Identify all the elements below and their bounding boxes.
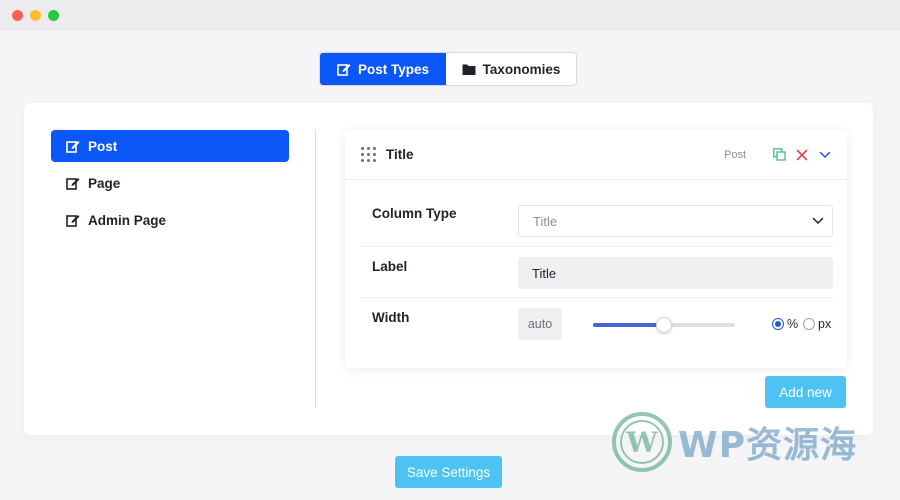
- vertical-divider: [315, 130, 316, 408]
- maximize-window-button[interactable]: [48, 10, 59, 21]
- tab-bar: Post Types Taxonomies: [319, 52, 577, 86]
- width-input-value: auto: [527, 317, 553, 331]
- folder-icon: [462, 64, 476, 75]
- sidebar-item-post[interactable]: Post: [51, 130, 289, 162]
- add-new-button[interactable]: Add new: [765, 376, 846, 408]
- watermark-text: WP资源海: [678, 425, 858, 466]
- svg-text:W: W: [625, 426, 658, 459]
- width-slider-fill: [593, 323, 664, 327]
- chevron-down-icon: [819, 151, 831, 158]
- collapse-column-button[interactable]: [817, 147, 833, 163]
- duplicate-icon: [772, 148, 786, 161]
- unit-percent-radio[interactable]: [772, 318, 784, 330]
- close-window-button[interactable]: [12, 10, 23, 21]
- width-slider[interactable]: [593, 317, 735, 333]
- sidebar-item-label: Post: [88, 138, 118, 154]
- duplicate-button[interactable]: [771, 147, 787, 163]
- column-panel: Title Post Column Type Title Label Title…: [345, 130, 847, 368]
- column-title: Title: [386, 147, 414, 162]
- close-icon: [796, 149, 808, 160]
- tab-taxonomies[interactable]: Taxonomies: [446, 53, 576, 85]
- label-input[interactable]: Title: [518, 257, 833, 289]
- column-header: Title Post: [345, 130, 847, 180]
- edit-icon: [66, 215, 80, 227]
- width-input[interactable]: auto: [518, 308, 562, 340]
- minimize-window-button[interactable]: [30, 10, 41, 21]
- sidebar-item-page[interactable]: Page: [51, 167, 289, 199]
- column-type-label: Column Type: [372, 206, 457, 221]
- column-type-row: Column Type Title: [360, 187, 833, 247]
- wordpress-logo-icon: W: [612, 412, 672, 472]
- column-type-value: Title: [533, 213, 558, 229]
- drag-handle-icon[interactable]: [361, 147, 376, 162]
- tab-post-types-label: Post Types: [357, 61, 430, 77]
- label-row: Label Title: [360, 247, 833, 298]
- edit-icon: [66, 178, 80, 190]
- unit-px-label: px: [818, 317, 832, 331]
- width-row: Width auto % px: [360, 298, 833, 356]
- edit-icon: [66, 141, 80, 153]
- unit-px-radio[interactable]: [803, 318, 815, 330]
- width-label: Width: [372, 310, 410, 325]
- unit-percent-option[interactable]: %: [772, 317, 798, 331]
- label-field-label: Label: [372, 259, 408, 274]
- post-type-sidebar: Post Page Admin Page: [51, 130, 289, 241]
- column-type-select[interactable]: Title: [518, 205, 833, 237]
- tab-post-types[interactable]: Post Types: [320, 53, 446, 85]
- remove-column-button[interactable]: [794, 147, 810, 163]
- label-input-value: Title: [532, 265, 557, 281]
- window-titlebar: [0, 0, 900, 30]
- column-type-tag: Post: [723, 148, 746, 161]
- sidebar-item-admin-page[interactable]: Admin Page: [51, 204, 289, 236]
- tab-taxonomies-label: Taxonomies: [482, 61, 561, 77]
- watermark: W WP资源海: [612, 412, 857, 472]
- save-settings-button[interactable]: Save Settings: [395, 456, 502, 488]
- width-slider-handle[interactable]: [656, 317, 672, 333]
- unit-percent-label: %: [787, 317, 799, 331]
- sidebar-item-label: Admin Page: [88, 212, 167, 228]
- sidebar-item-label: Page: [88, 175, 121, 191]
- settings-card: Post Page Admin Page Title Post Column T…: [24, 103, 873, 435]
- edit-icon: [337, 64, 351, 76]
- unit-px-option[interactable]: px: [803, 317, 831, 331]
- chevron-down-icon: [812, 217, 824, 225]
